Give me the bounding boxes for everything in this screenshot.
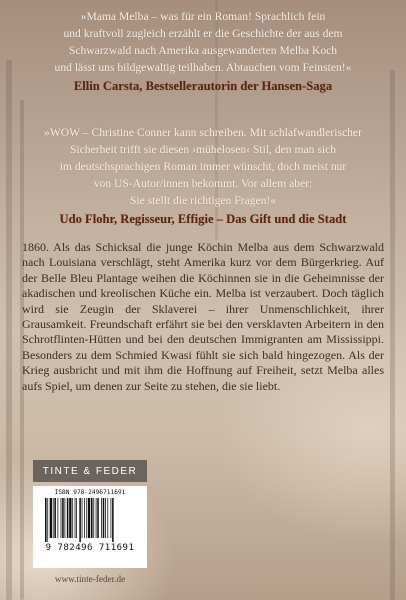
barcode-bar bbox=[84, 498, 85, 538]
barcode-bar bbox=[64, 498, 66, 538]
quote-line: Schwarzwald nach Amerika ausgewanderten … bbox=[68, 44, 338, 57]
quote-line: von US-Autor/innen bekommt. Vor allem ab… bbox=[93, 177, 313, 190]
barcode-bar bbox=[72, 498, 74, 538]
book-back-cover: »Mama Melba – was für ein Roman! Sprachl… bbox=[0, 0, 406, 600]
praise-quote-1: »Mama Melba – was für ein Roman! Sprachl… bbox=[22, 8, 384, 95]
barcode-bar bbox=[57, 498, 59, 538]
barcode-bar bbox=[76, 498, 77, 538]
barcode-bar bbox=[54, 498, 56, 538]
quote-line: Sie stellt die richtigen Fragen!« bbox=[129, 194, 277, 207]
barcode-bar bbox=[91, 498, 93, 538]
book-synopsis: 1860. Als das Schicksal die junge Köchin… bbox=[22, 240, 384, 393]
barcode-bar bbox=[101, 498, 102, 538]
publisher-logo: TINTE & FEDER bbox=[33, 460, 147, 482]
quote-line: »Mama Melba – was für ein Roman! Sprachl… bbox=[80, 10, 326, 23]
quote-line: Sicherheit trifft sie diesen ›mühelosen‹… bbox=[69, 143, 337, 156]
barcode-bar bbox=[112, 498, 114, 542]
barcode-bar bbox=[107, 498, 109, 538]
barcode-bar bbox=[49, 498, 53, 538]
barcode-panel: ISBN 978-2496711691 9 782496 711691 bbox=[33, 486, 147, 568]
quote-line: »WOW – Christine Conner kann schreiben. … bbox=[44, 126, 362, 139]
barcode-bar bbox=[97, 498, 99, 538]
barcode-bar bbox=[47, 498, 49, 542]
barcode-bar bbox=[87, 498, 91, 538]
barcode-bar bbox=[93, 498, 95, 538]
barcode-bar bbox=[45, 498, 47, 542]
quote-line: und kraftvoll zugleich erzählt er die Ge… bbox=[63, 27, 343, 40]
quote-line: im deutschsprachigen Roman immer wünscht… bbox=[59, 160, 347, 173]
barcode-bar bbox=[105, 498, 106, 538]
barcode-bar bbox=[62, 498, 64, 538]
barcode-bar bbox=[52, 498, 54, 538]
background-tree bbox=[390, 70, 395, 600]
publisher-website: www.tinte-feder.de bbox=[54, 574, 126, 584]
background-tree bbox=[6, 60, 12, 600]
quote-line: und lässt uns bildgewaltig teilhaben. Ab… bbox=[54, 61, 352, 74]
barcode-bar bbox=[69, 498, 72, 538]
barcode-bar bbox=[66, 498, 69, 538]
barcode-icon bbox=[45, 498, 114, 542]
barcode-bar bbox=[86, 498, 88, 538]
ean-digits: 9 782496 711691 bbox=[45, 543, 135, 553]
quote-author: Ellin Carsta, Bestsellerautorin der Hans… bbox=[73, 79, 333, 93]
barcode-bar bbox=[102, 498, 105, 538]
isbn-label: ISBN 978-2496711691 bbox=[54, 489, 126, 496]
barcode-bar bbox=[79, 498, 81, 542]
quote-author: Udo Flohr, Regisseur, Effigie – Das Gift… bbox=[59, 212, 347, 226]
barcode-bar bbox=[110, 498, 112, 538]
barcode-bar bbox=[74, 498, 76, 538]
barcode-bar bbox=[60, 498, 62, 538]
barcode-bar bbox=[81, 498, 83, 538]
barcode-bar bbox=[95, 498, 97, 538]
praise-quote-2: »WOW – Christine Conner kann schreiben. … bbox=[22, 124, 384, 228]
